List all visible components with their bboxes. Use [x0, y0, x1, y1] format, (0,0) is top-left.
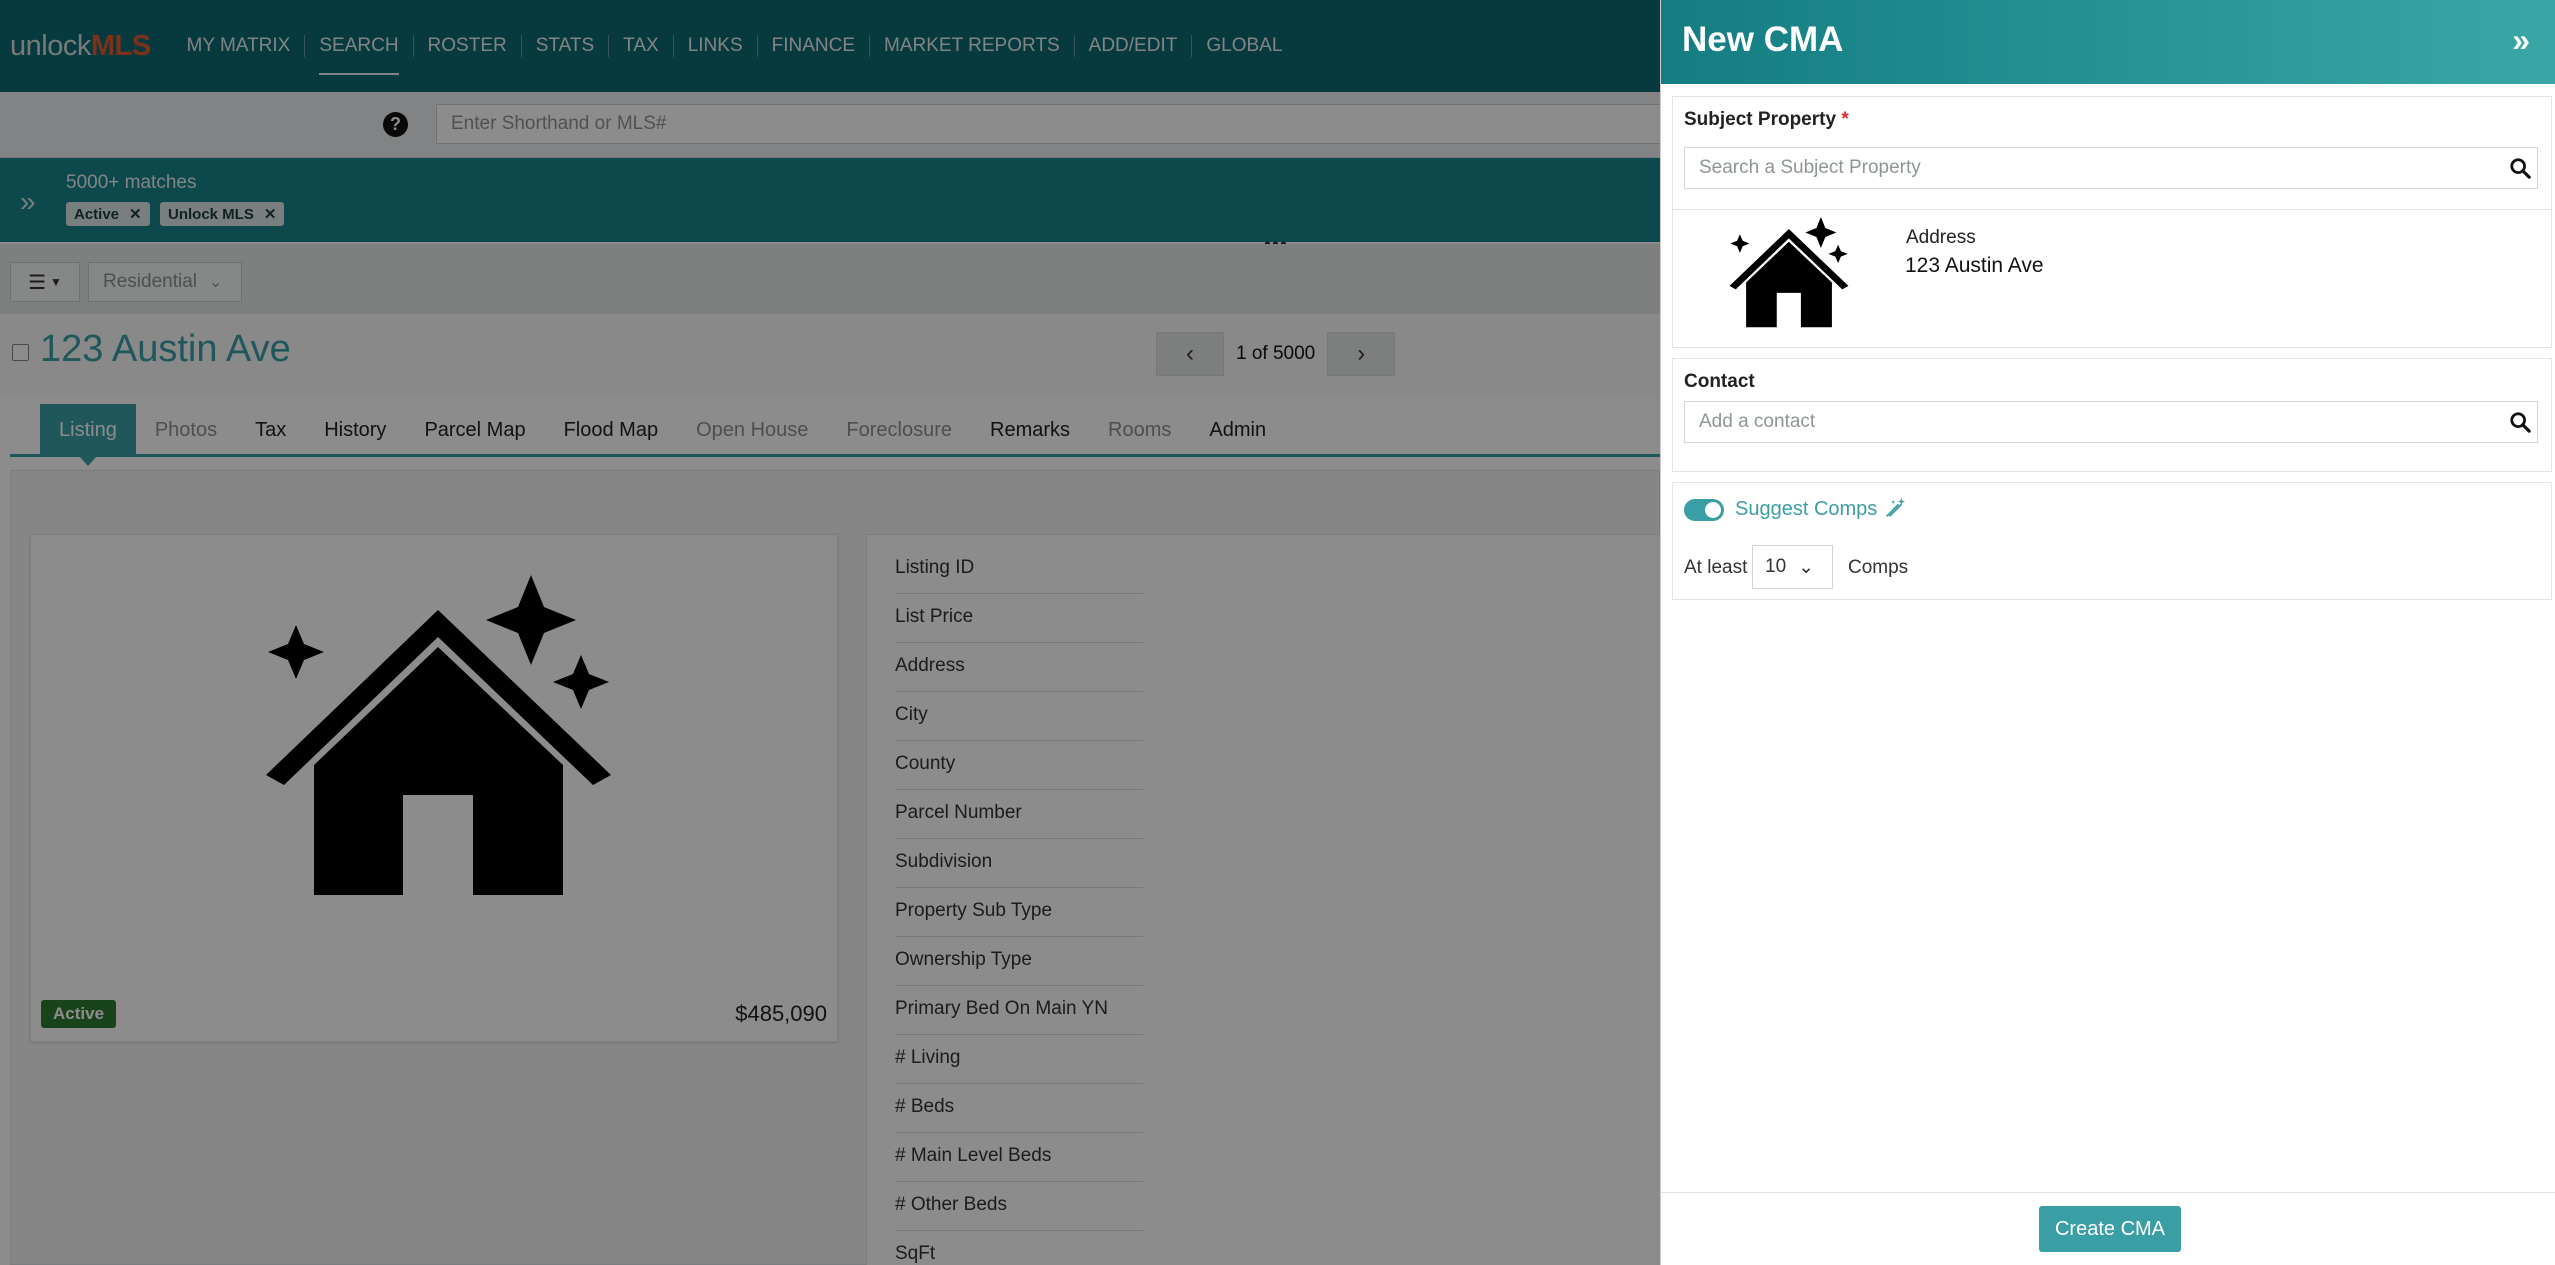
suggest-comps-panel: Suggest Comps At least 10 ⌄ Comps — [1672, 482, 2552, 600]
modal-backdrop[interactable] — [0, 0, 1660, 1265]
divider — [1673, 209, 2551, 210]
drawer-title: New CMA — [1682, 20, 1844, 59]
new-cma-drawer: New CMA » Subject Property * Address 123… — [1660, 0, 2555, 1265]
drawer-header: New CMA » — [1661, 0, 2555, 84]
subject-property-label: Subject Property * — [1684, 109, 1849, 130]
comps-count-select[interactable]: 10 ⌄ — [1752, 545, 1833, 589]
required-marker: * — [1841, 109, 1849, 130]
search-icon[interactable] — [2509, 411, 2531, 433]
chevron-down-icon: ⌄ — [1798, 556, 1815, 578]
contact-label: Contact — [1684, 371, 1755, 392]
search-icon[interactable] — [2509, 157, 2531, 179]
subject-property-search-input[interactable] — [1684, 147, 2538, 189]
house-sparkle-icon — [1729, 217, 1849, 328]
address-label: Address — [1906, 227, 1976, 248]
collapse-drawer-icon[interactable]: » — [2512, 22, 2530, 59]
subject-property-panel: Subject Property * Address 123 Austin Av… — [1672, 96, 2552, 348]
drawer-footer: Create CMA — [1661, 1192, 2555, 1265]
address-value: 123 Austin Ave — [1905, 254, 2044, 277]
contact-panel: Contact — [1672, 358, 2552, 472]
comps-label: Comps — [1848, 557, 1909, 578]
at-least-label: At least — [1684, 557, 1748, 578]
suggest-comps-toggle[interactable] — [1684, 499, 1724, 521]
suggest-comps-label[interactable]: Suggest Comps — [1735, 498, 1877, 521]
create-cma-button[interactable]: Create CMA — [2039, 1206, 2181, 1252]
magic-wand-icon — [1886, 497, 1906, 517]
contact-input[interactable] — [1684, 401, 2538, 443]
